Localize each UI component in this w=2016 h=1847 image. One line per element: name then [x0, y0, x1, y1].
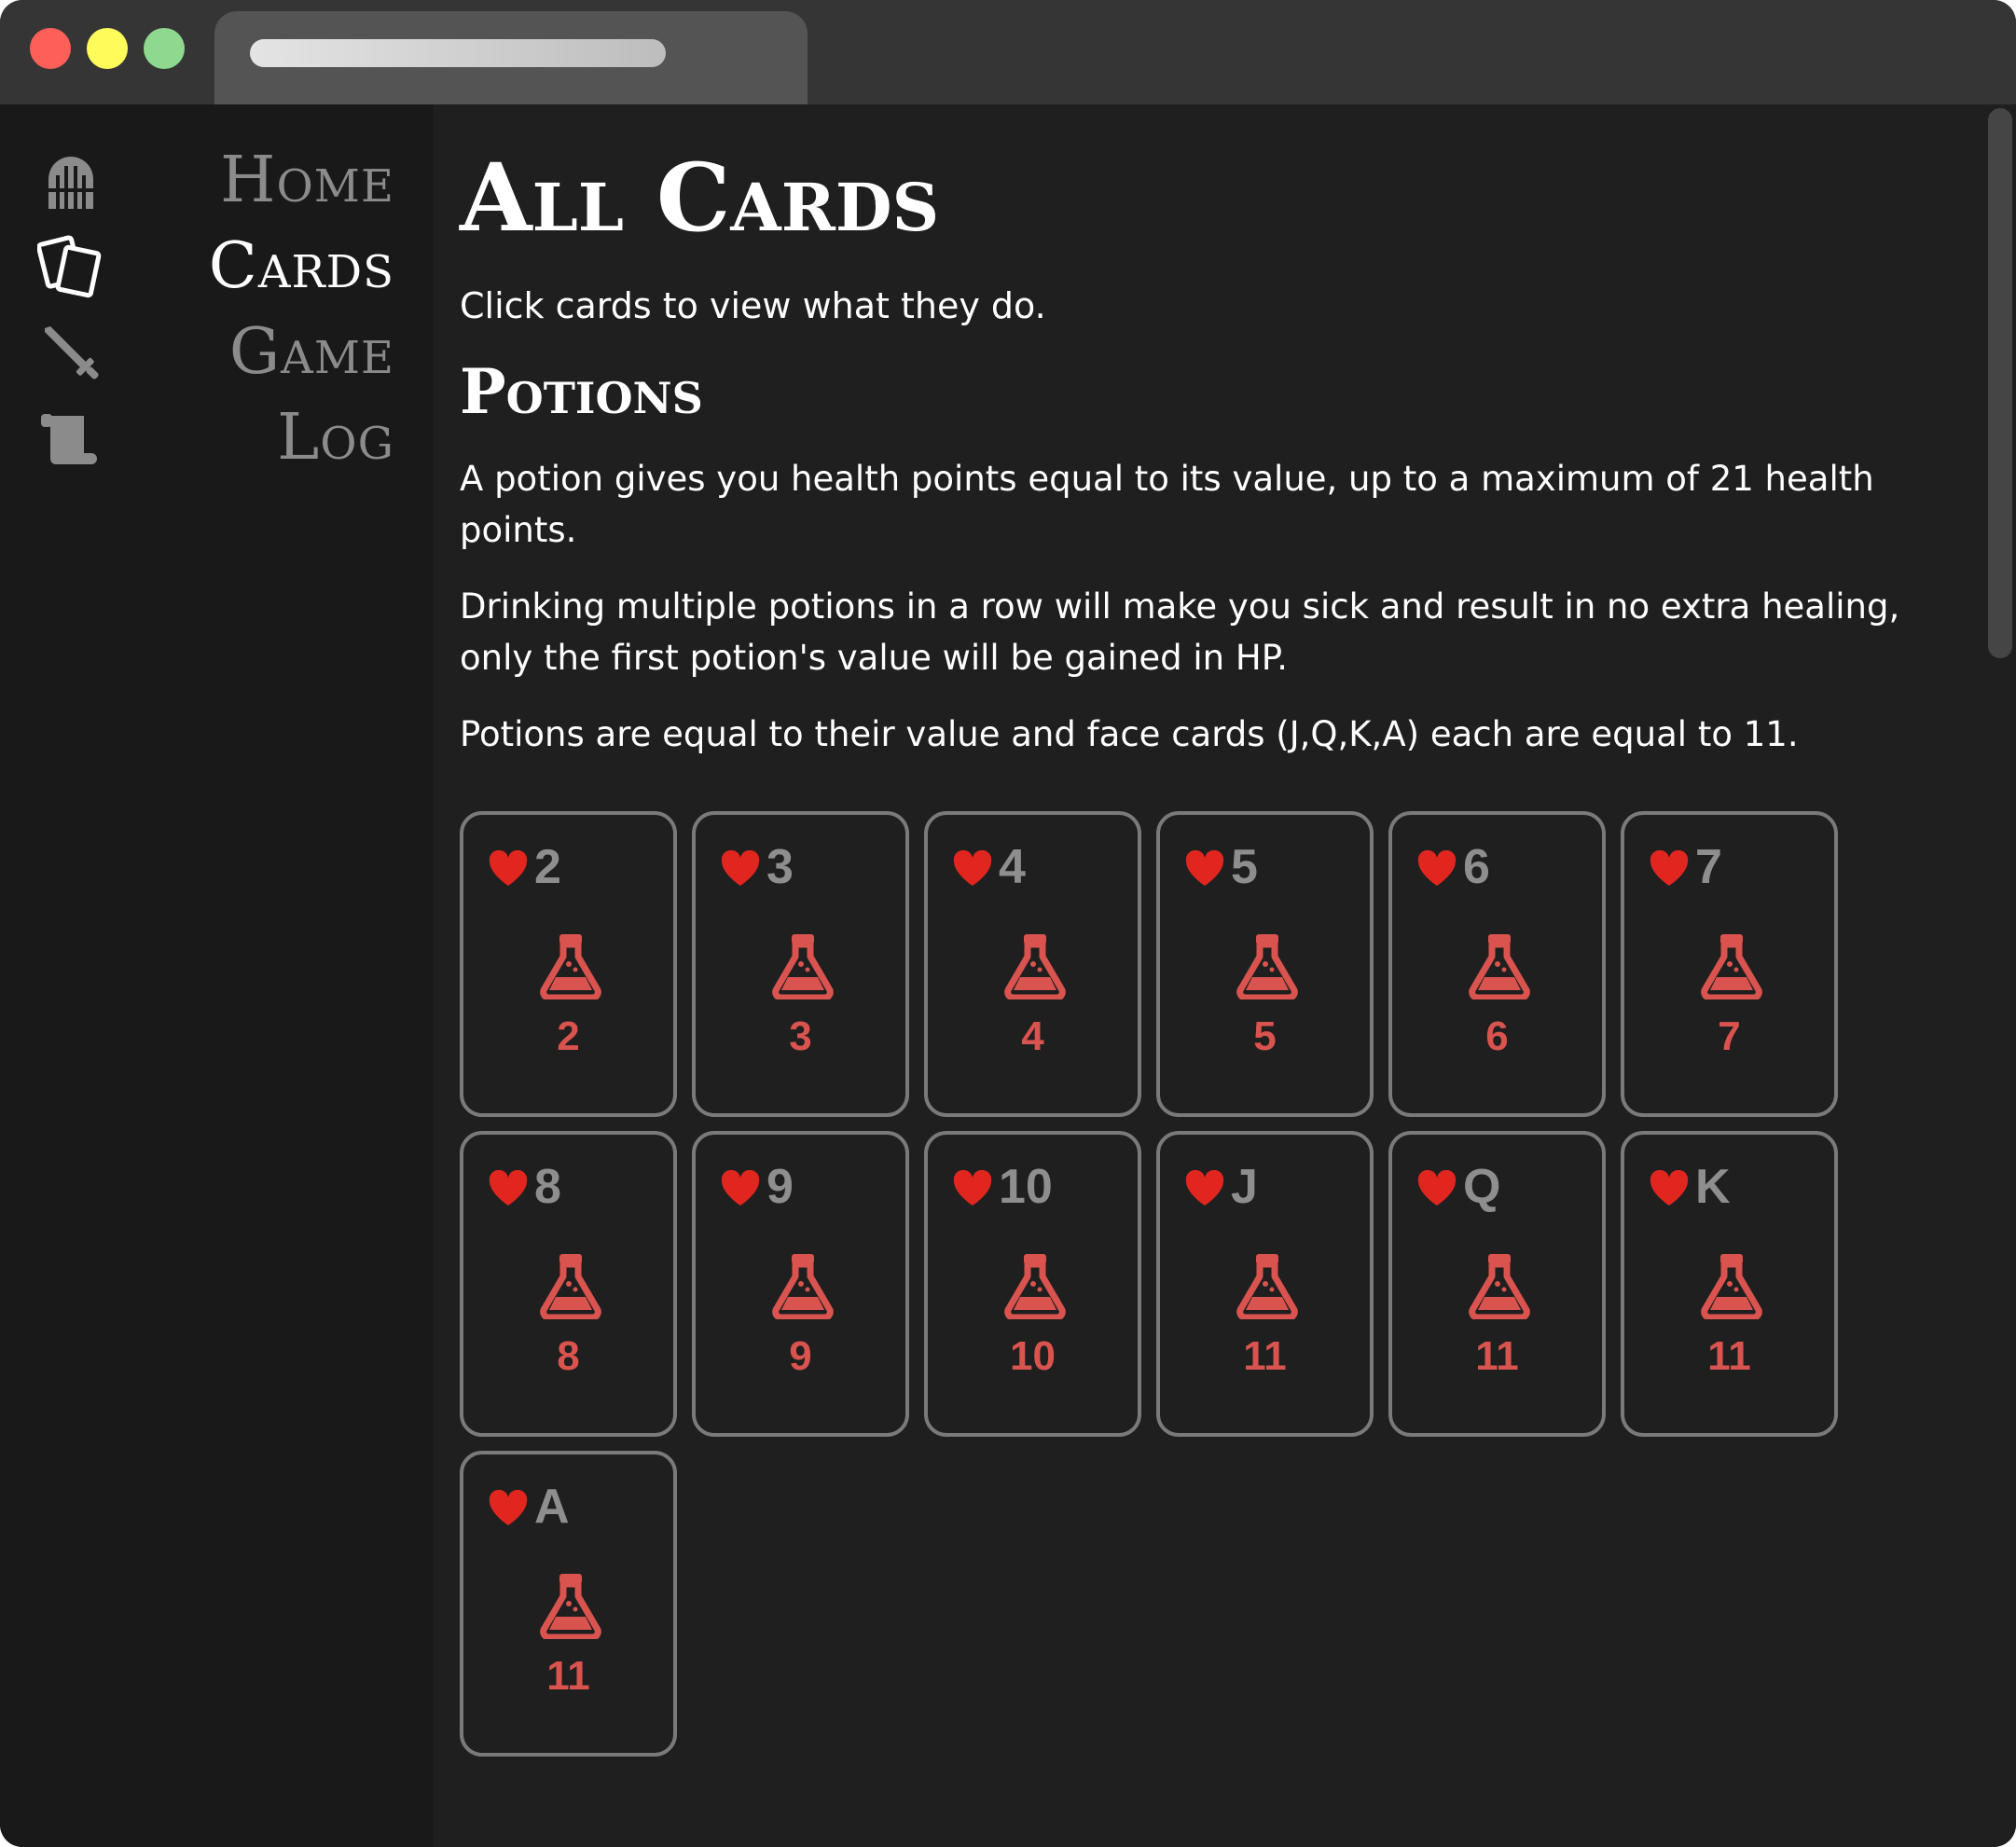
- heart-icon: [1417, 1170, 1457, 1206]
- card-value: 2: [557, 1013, 580, 1059]
- card-value: 10: [1010, 1333, 1056, 1379]
- heart-icon: [1417, 850, 1457, 886]
- dungeon-gate-icon: [48, 157, 93, 209]
- potion-card[interactable]: 33: [692, 811, 909, 1117]
- card-rank: J: [1231, 1160, 1258, 1214]
- potion-flask-icon: [540, 1254, 601, 1319]
- potion-card[interactable]: 66: [1388, 811, 1606, 1117]
- heart-icon: [1185, 850, 1224, 886]
- sidebar-nav: Home Cards Game Log: [0, 104, 434, 1847]
- potion-flask-icon: [772, 1254, 834, 1319]
- scroll-icon: [41, 414, 97, 464]
- potion-card[interactable]: 55: [1156, 811, 1374, 1117]
- sidebar-item-game[interactable]: Game: [0, 308, 434, 392]
- close-window-button[interactable]: [30, 28, 71, 69]
- potion-flask-icon: [1701, 1254, 1762, 1319]
- potion-flask-icon: [540, 934, 601, 999]
- card-rank: 8: [534, 1160, 561, 1214]
- main-content: All Cards Click cards to view what they …: [434, 104, 1986, 1847]
- card-value: 9: [789, 1333, 812, 1379]
- heart-icon: [489, 1490, 528, 1525]
- card-value: 11: [1243, 1333, 1287, 1379]
- sidebar-item-label: Game: [228, 315, 394, 389]
- sidebar-item-log[interactable]: Log: [0, 393, 434, 477]
- minimize-window-button[interactable]: [87, 28, 128, 69]
- card-rank: 9: [766, 1160, 794, 1214]
- card-value: 8: [557, 1333, 580, 1379]
- page-subtitle: Click cards to view what they do.: [460, 285, 1046, 326]
- potion-flask-icon: [1469, 1254, 1530, 1319]
- card-rank: Q: [1463, 1160, 1501, 1214]
- potion-flask-icon: [1004, 934, 1066, 999]
- card-rank: 5: [1231, 840, 1258, 894]
- potion-card[interactable]: Q 11: [1388, 1131, 1606, 1437]
- card-rank: 10: [999, 1160, 1053, 1214]
- card-rank: K: [1695, 1160, 1731, 1214]
- card-value: 5: [1253, 1013, 1277, 1059]
- potion-flask-icon: [1469, 934, 1530, 999]
- heart-icon: [1185, 1170, 1224, 1206]
- potion-card[interactable]: A 11: [460, 1451, 677, 1757]
- potion-card[interactable]: 22: [460, 811, 677, 1117]
- potion-flask-icon: [1004, 1254, 1066, 1319]
- card-value: 4: [1021, 1013, 1044, 1059]
- card-rank: 7: [1695, 840, 1722, 894]
- heart-icon: [721, 850, 760, 886]
- potion-card[interactable]: K 11: [1621, 1131, 1838, 1437]
- scrollbar-thumb[interactable]: [1988, 108, 2012, 658]
- heart-icon: [1650, 850, 1689, 886]
- paragraph: Drinking multiple potions in a row will …: [460, 586, 1900, 678]
- card-rank: 4: [999, 840, 1026, 894]
- card-value: 11: [1475, 1333, 1519, 1379]
- paragraph: A potion gives you health points equal t…: [460, 459, 1874, 550]
- section-title-potions: Potions: [460, 355, 703, 428]
- browser-window: Home Cards Game Log All Cards Click card…: [0, 0, 2016, 1847]
- sidebar-item-home[interactable]: Home: [0, 136, 434, 220]
- sidebar-item-label: Home: [220, 144, 394, 217]
- sidebar-item-cards[interactable]: Cards: [0, 222, 434, 306]
- sidebar-item-label: Log: [277, 401, 394, 475]
- sword-icon: [45, 326, 99, 379]
- cards-icon: [37, 235, 102, 298]
- potion-flask-icon: [1701, 934, 1762, 999]
- potion-card[interactable]: 77: [1621, 811, 1838, 1117]
- potion-card[interactable]: J 11: [1156, 1131, 1374, 1437]
- card-rank: 6: [1463, 840, 1490, 894]
- browser-tab[interactable]: [214, 11, 808, 104]
- heart-icon: [953, 850, 992, 886]
- card-value: 7: [1718, 1013, 1741, 1059]
- potion-flask-icon: [772, 934, 834, 999]
- title-bar: [0, 0, 2016, 104]
- potion-flask-icon: [540, 1574, 601, 1639]
- heart-icon: [953, 1170, 992, 1206]
- card-rank: 3: [766, 840, 794, 894]
- maximize-window-button[interactable]: [144, 28, 185, 69]
- sidebar-item-label: Cards: [208, 229, 394, 303]
- potion-card[interactable]: 10 10: [924, 1131, 1141, 1437]
- card-rank: 2: [534, 840, 561, 894]
- card-value: 6: [1485, 1013, 1509, 1059]
- heart-icon: [489, 1170, 528, 1206]
- potion-flask-icon: [1236, 934, 1298, 999]
- heart-icon: [489, 850, 528, 886]
- card-rank: A: [534, 1480, 570, 1534]
- potion-card[interactable]: 88: [460, 1131, 677, 1437]
- card-value: 3: [789, 1013, 812, 1059]
- card-value: 11: [546, 1653, 590, 1699]
- card-value: 11: [1707, 1333, 1751, 1379]
- page-title: All Cards: [460, 143, 940, 253]
- potion-card[interactable]: 44: [924, 811, 1141, 1117]
- heart-icon: [1650, 1170, 1689, 1206]
- heart-icon: [721, 1170, 760, 1206]
- tab-title-placeholder: [250, 39, 666, 67]
- potion-card[interactable]: 99: [692, 1131, 909, 1437]
- paragraph: Potions are equal to their value and fac…: [460, 714, 1799, 754]
- potion-flask-icon: [1236, 1254, 1298, 1319]
